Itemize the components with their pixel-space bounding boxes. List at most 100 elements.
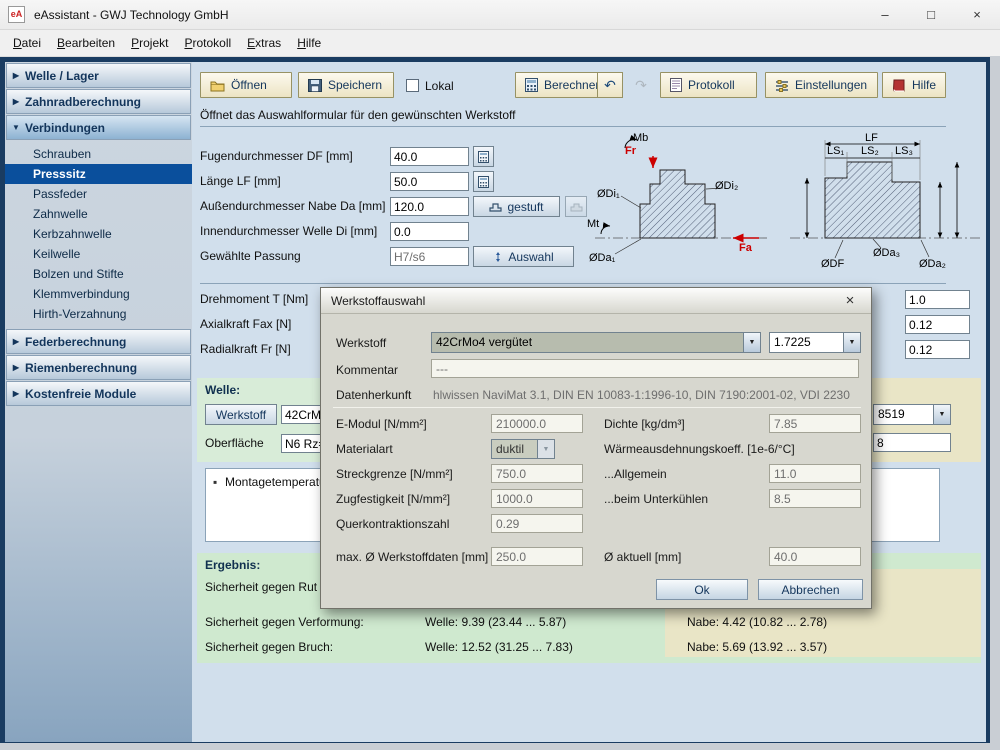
menu-protokoll[interactable]: Protokoll [176,31,239,55]
emodul-field[interactable] [491,414,583,433]
menu-hilfe[interactable]: Hilfe [289,31,329,55]
drawing-label: ØDa₁ [589,252,615,264]
zugfestigkeit-field[interactable] [491,489,583,508]
sidebar-item-schrauben[interactable]: Schrauben [5,144,192,164]
calculate-label: Berechnen [544,78,602,92]
fugendurchmesser-input[interactable] [390,147,469,166]
allgemein-label: ...Allgemein [604,467,667,481]
querkontraktion-field[interactable] [491,514,583,533]
werkstoff-combo[interactable]: 42CrMo4 vergütet ▼ [431,332,761,353]
menu-bearbeiten[interactable]: Bearbeiten [49,31,123,55]
montage-label: Montagetemperatur [225,475,330,489]
minimize-button[interactable]: – [862,0,908,29]
drawing-label: ØDF [821,258,844,270]
window-controls: – □ × [862,0,1000,29]
gestuft-button[interactable]: gestuft [473,196,560,217]
cancel-button[interactable]: Abbrechen [758,579,863,600]
menu-extras[interactable]: Extras [239,31,289,55]
maximize-button[interactable]: □ [908,0,954,29]
ok-button[interactable]: Ok [656,579,748,600]
chevron-down-icon[interactable]: ▼ [843,333,860,352]
ergebnis-title: Ergebnis: [205,558,260,572]
sidebar-section-zahnradberechnung[interactable]: ▶ Zahnradberechnung [6,89,191,114]
open-button[interactable]: Öffnen [200,72,292,98]
dichte-field[interactable] [769,414,861,433]
field-label: Gewählte Passung [200,249,301,263]
save-label: Speichern [328,78,382,92]
field-label: Drehmoment T [Nm] [200,292,308,306]
passung-field[interactable] [390,247,469,266]
field-label: Innendurchmesser Welle Di [mm] [200,224,377,238]
title-bar: eA eAssistant - GWJ Technology GmbH – □ … [0,0,1000,30]
radialkraft-input[interactable] [905,340,970,359]
settings-button[interactable]: Einstellungen [765,72,878,98]
sidebar-section-riemenberechnung[interactable]: ▶ Riemenberechnung [6,355,191,380]
nabe-field[interactable] [873,433,951,452]
streckgrenze-field[interactable] [491,464,583,483]
local-checkbox[interactable] [406,79,419,92]
sidebar-section-welle-lager[interactable]: ▶ Welle / Lager [6,63,191,88]
calc-helper-button[interactable] [473,171,494,192]
status-hint: Öffnet das Auswahlformular für den gewün… [200,108,516,122]
passung-auswahl-button[interactable]: Auswahl [473,246,574,267]
sidebar-item-klemmverbindung[interactable]: Klemmverbindung [5,284,192,304]
field-label: Außendurchmesser Nabe Da [mm] [200,199,385,213]
chevron-down-icon[interactable]: ▼ [933,405,950,424]
werkstoff-number-combo[interactable]: 1.7225 ▼ [769,332,861,353]
drawing-label: Fa [739,242,752,254]
werkstoff-number-value: 1.7225 [770,333,843,352]
unterkuehlen-field[interactable] [769,489,861,508]
sidebar-item-zahnwelle[interactable]: Zahnwelle [5,204,192,224]
redo-button[interactable]: ↷ [628,72,654,98]
sidebar-item-passfeder[interactable]: Passfeder [5,184,192,204]
innendurchmesser-input[interactable] [390,222,469,241]
kommentar-field[interactable] [431,359,859,378]
drehmoment-input[interactable] [905,290,970,309]
auswahl-label: Auswahl [508,250,553,264]
close-button[interactable]: × [954,0,1000,29]
sidebar-section-kostenfreie-module[interactable]: ▶ Kostenfreie Module [6,381,191,406]
allgemein-field[interactable] [769,464,861,483]
dialog-close-button[interactable]: × [839,291,861,311]
menu-projekt[interactable]: Projekt [123,31,176,55]
protocol-button[interactable]: Protokoll [660,72,757,98]
local-checkbox-label: Lokal [425,79,454,93]
dialog-title-bar: Werkstoffauswahl × [321,288,871,314]
materialart-combo[interactable]: duktil ▼ [491,439,555,459]
sidebar-item-presssitz[interactable]: Presssitz [5,164,192,184]
menu-bar: Datei Bearbeiten Projekt Protokoll Extra… [0,30,1000,57]
max-werkstoffdaten-field[interactable] [491,547,583,566]
app-icon: eA [8,6,25,23]
chevron-right-icon: ▶ [7,71,25,80]
aussendurchmesser-input[interactable] [390,197,469,216]
nabe-material-number-combo[interactable]: 8519 ▼ [873,404,951,425]
help-button[interactable]: Hilfe [882,72,946,98]
sidebar-item-bolzen-und-stifte[interactable]: Bolzen und Stifte [5,264,192,284]
shaft-editor-button[interactable] [565,196,587,217]
book-icon [892,79,906,92]
chevron-right-icon: ▶ [7,363,25,372]
save-button[interactable]: Speichern [298,72,394,98]
chevron-right-icon: ▶ [7,337,25,346]
sidebar-item-keilwelle[interactable]: Keilwelle [5,244,192,264]
werkstoffauswahl-dialog: Werkstoffauswahl × Werkstoff 42CrMo4 ver… [320,287,872,609]
undo-button[interactable]: ↶ [597,72,623,98]
werkstoff-value: 42CrMo4 vergütet [432,333,743,352]
sidebar-section-federberechnung[interactable]: ▶ Federberechnung [6,329,191,354]
calc-helper-button[interactable] [473,146,494,167]
axialkraft-input[interactable] [905,315,970,334]
drawing-label: Fr [625,145,636,157]
sidebar-section-verbindungen[interactable]: ▼ Verbindungen [6,115,191,140]
window-title: eAssistant - GWJ Technology GmbH [34,8,229,22]
divider [200,283,946,284]
help-label: Hilfe [912,78,936,92]
welle-werkstoff-button[interactable]: Werkstoff [205,404,277,425]
chevron-down-icon[interactable]: ▼ [743,333,760,352]
chevron-down-icon[interactable]: ▼ [537,440,554,458]
sidebar-item-hirth-verzahnung[interactable]: Hirth-Verzahnung [5,304,192,324]
sidebar-item-kerbzahnwelle[interactable]: Kerbzahnwelle [5,224,192,244]
laenge-input[interactable] [390,172,469,191]
menu-datei[interactable]: Datei [5,31,49,55]
emodul-label: E-Modul [N/mm²] [336,417,427,431]
aktuell-field[interactable] [769,547,861,566]
